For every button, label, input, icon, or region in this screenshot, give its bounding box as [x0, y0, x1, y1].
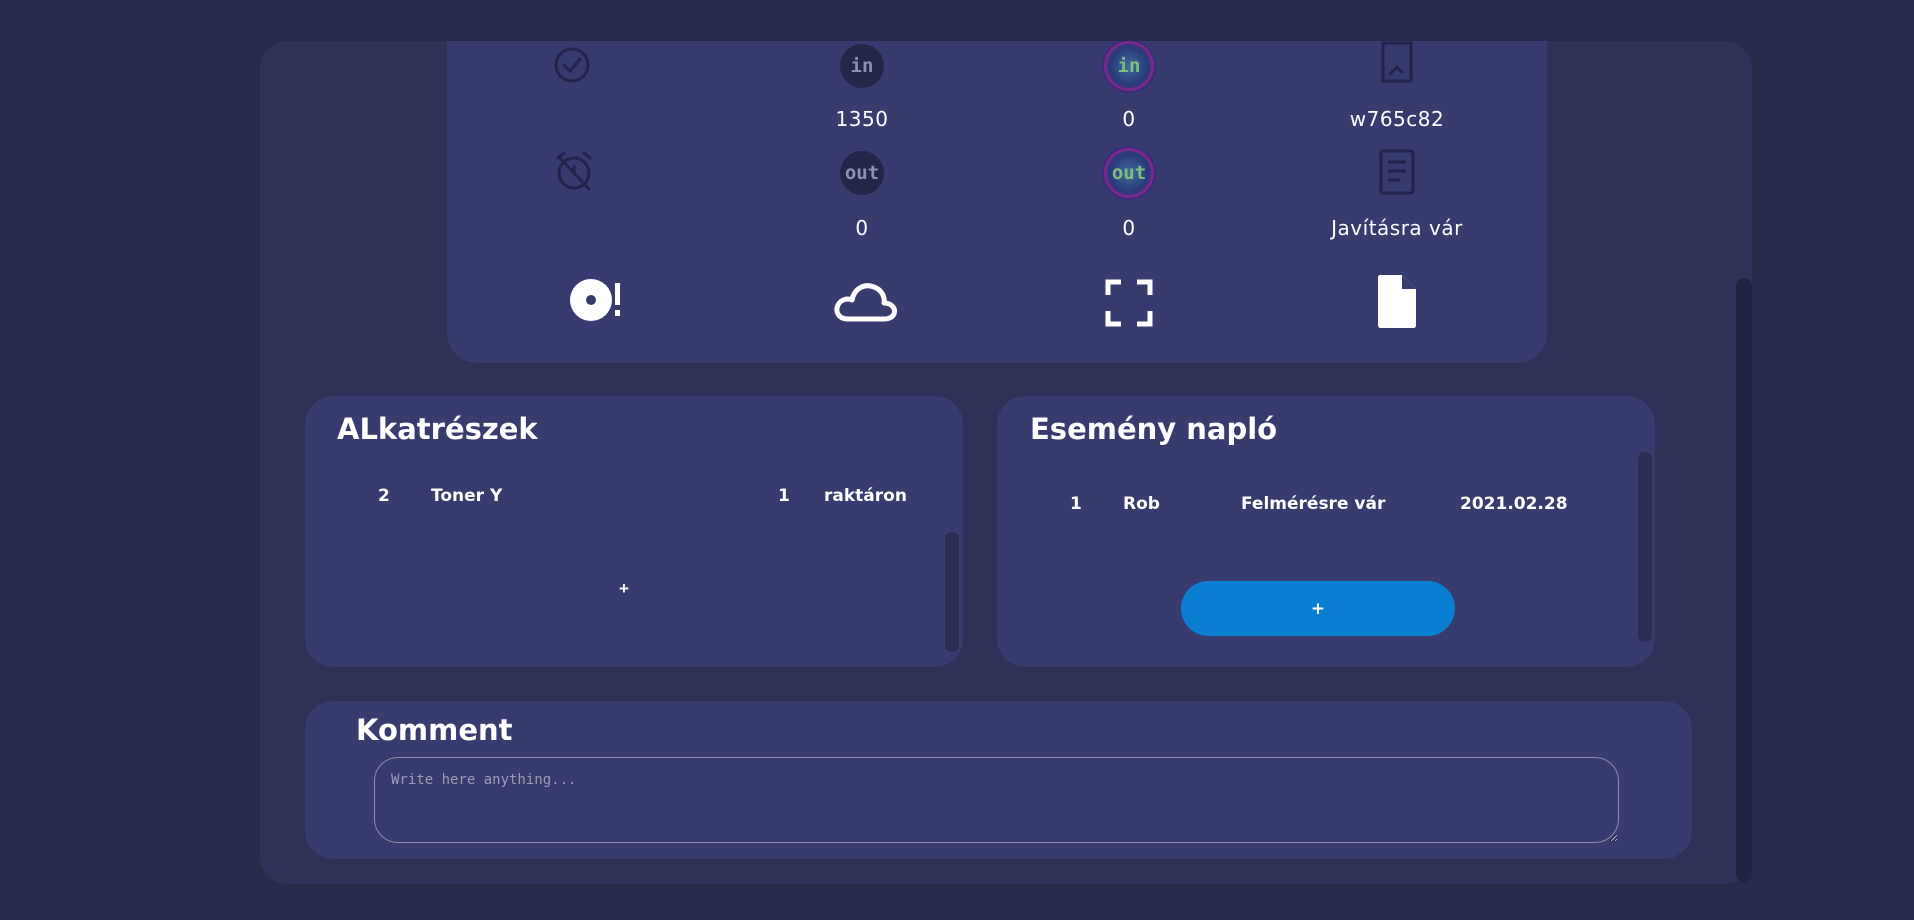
counter-out-value: 0 — [855, 216, 869, 240]
part-name: Toner Y — [431, 486, 503, 506]
event-row[interactable]: 1 Rob Felmérésre vár 2021.02.28 — [997, 494, 1637, 522]
parts-scrollbar[interactable] — [945, 532, 959, 652]
part-status: raktáron — [824, 486, 907, 506]
device-info-card: in 1350 in 0 w765c82 out 0 out 0 Javítás… — [447, 41, 1547, 363]
device-model-icon — [1377, 41, 1417, 87]
fullscreen-icon[interactable] — [1105, 279, 1153, 331]
color-counter-in-value: 0 — [1122, 107, 1136, 131]
comment-title: Komment — [356, 713, 513, 747]
part-qty: 1 — [778, 486, 790, 506]
event-log-scrollbar[interactable] — [1638, 452, 1652, 642]
alarm-off-icon — [553, 149, 595, 197]
parts-title: ALkatrészek — [337, 412, 538, 446]
check-icon — [552, 45, 592, 89]
comment-input[interactable] — [374, 757, 1619, 843]
part-id: 2 — [378, 486, 390, 506]
page-scrollbar[interactable] — [1736, 278, 1752, 882]
counter-in-value: 1350 — [835, 107, 889, 131]
color-counter-out-value: 0 — [1122, 216, 1136, 240]
cloud-icon[interactable] — [832, 279, 898, 327]
document-status-icon — [1377, 148, 1417, 200]
color-counter-in-icon: in — [1107, 44, 1151, 88]
file-icon[interactable] — [1376, 273, 1418, 333]
event-id: 1 — [1070, 494, 1082, 514]
parts-panel: ALkatrészek 2 Toner Y 1 raktáron + — [305, 396, 963, 667]
add-part-button[interactable]: + — [613, 578, 635, 600]
add-event-button[interactable]: + — [1181, 581, 1455, 636]
disc-alert-icon[interactable] — [569, 275, 625, 329]
counter-out-icon: out — [840, 151, 884, 195]
event-status: Felmérésre vár — [1241, 494, 1386, 514]
parts-row[interactable]: 2 Toner Y 1 raktáron — [305, 486, 945, 514]
event-user: Rob — [1123, 494, 1160, 514]
device-model-value: w765c82 — [1349, 107, 1445, 131]
counter-in-icon: in — [840, 44, 884, 88]
event-log-title: Esemény napló — [1030, 412, 1278, 446]
color-counter-out-icon: out — [1107, 151, 1151, 195]
status-value: Javításra vár — [1331, 216, 1463, 240]
event-date: 2021.02.28 — [1460, 494, 1568, 514]
